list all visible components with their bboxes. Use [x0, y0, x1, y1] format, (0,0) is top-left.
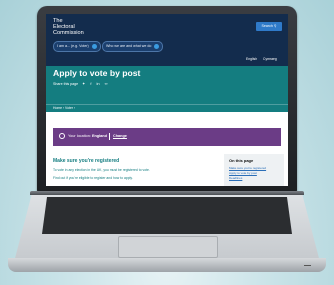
location-pin-icon: [59, 133, 65, 139]
search-icon: ⚲: [273, 24, 277, 28]
location-value: England: [91, 134, 107, 138]
chevron-down-icon: [91, 43, 97, 49]
main-content: Make sure you're registered To vote in a…: [53, 158, 213, 180]
language-welsh-link[interactable]: Cymraeg: [263, 57, 277, 61]
twitter-icon[interactable]: ✦: [82, 81, 85, 86]
sidebar-link[interactable]: Apply to vote by post: [229, 171, 257, 175]
banner-divider: [46, 104, 288, 105]
sidebar-title: On this page: [229, 158, 254, 163]
laptop-keyboard: [42, 197, 292, 234]
paragraph: To vote in any election in the UK, you m…: [53, 168, 150, 172]
electoral-commission-logo[interactable]: The Electoral Commission: [53, 18, 84, 36]
location-divider: [109, 133, 110, 140]
link-icon[interactable]: ∞: [105, 81, 108, 86]
laptop-hinge: [30, 191, 304, 195]
facebook-icon[interactable]: f: [90, 81, 91, 86]
sidebar-link[interactable]: Make sure you're registered: [229, 166, 266, 170]
laptop-trackpad: [118, 236, 218, 258]
page-title: Apply to vote by post: [53, 68, 141, 78]
section-heading: Make sure you're registered: [53, 158, 120, 164]
change-location-link[interactable]: Change: [113, 134, 127, 138]
share-label: Share this page: [53, 82, 79, 86]
breadcrumb[interactable]: Home › Voter ›: [53, 106, 75, 110]
sidebar-link[interactable]: Deadlines: [229, 176, 242, 180]
audience-selector-button[interactable]: I am a... (e.g. Voter): [53, 41, 101, 52]
share-icons: ✦ f in ∞: [82, 81, 107, 86]
laptop-front-edge: [8, 258, 326, 272]
language-english-link[interactable]: English: [246, 57, 257, 61]
status-light: [304, 265, 311, 266]
location-panel: Your location: England Change: [53, 128, 281, 146]
search-label: Search: [261, 24, 273, 28]
site-header: The Electoral Commission I am a... (e.g.…: [46, 14, 288, 66]
on-this-page-sidebar: On this page Make sure you're registered…: [224, 154, 284, 186]
location-label: Your location:: [68, 134, 91, 138]
audience-selector-label: I am a... (e.g. Voter): [57, 44, 89, 48]
logo-line: Commission: [53, 30, 84, 36]
eligibility-link[interactable]: Find out if you're eligible to register …: [53, 176, 213, 180]
about-menu-label: Who we are and what we do: [106, 44, 152, 48]
location-text: Your location: England: [68, 134, 107, 138]
linkedin-icon[interactable]: in: [96, 81, 99, 86]
search-button[interactable]: Search ⚲: [256, 22, 282, 31]
chevron-down-icon: [154, 43, 160, 49]
page-banner: Apply to vote by post Share this page ✦ …: [46, 66, 288, 112]
about-menu-button[interactable]: Who we are and what we do: [102, 41, 164, 52]
laptop-screen: The Electoral Commission I am a... (e.g.…: [46, 14, 288, 186]
